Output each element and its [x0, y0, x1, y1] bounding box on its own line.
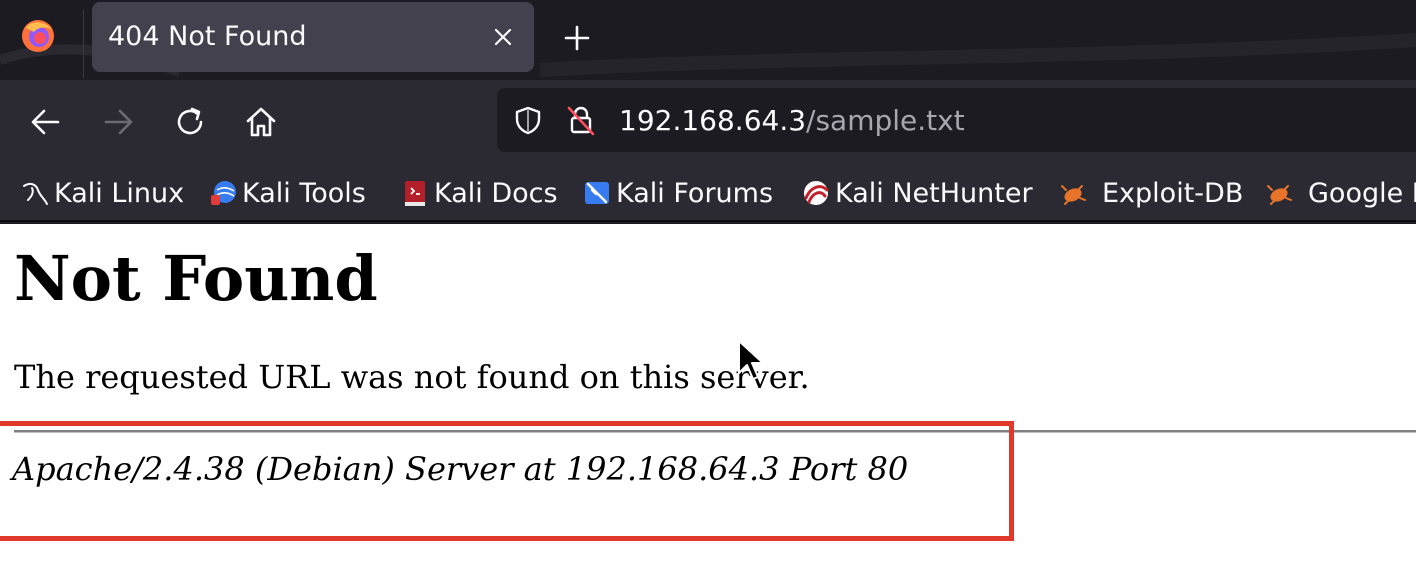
page-heading: Not Found [14, 242, 378, 315]
plus-icon[interactable] [560, 21, 594, 55]
bookmark-label: Google H [1308, 177, 1416, 209]
reload-icon[interactable] [170, 102, 210, 142]
kali-nethunter-icon [804, 181, 829, 205]
bookmark-exploit-db[interactable]: Exploit-DB [1058, 174, 1243, 212]
bookmark-kali-linux[interactable]: Kali Linux [20, 174, 184, 212]
error-message: The requested URL was not found on this … [14, 358, 810, 396]
tab-strip-separator [83, 10, 84, 78]
kali-dragon-icon [23, 182, 48, 205]
bookmark-kali-nethunter[interactable]: Kali NetHunter [801, 174, 1033, 212]
shield-icon[interactable] [512, 104, 544, 136]
kali-docs-icon [405, 181, 425, 206]
bookmark-label: Kali Forums [616, 177, 774, 209]
bookmarks-toolbar: Kali Linux Kali Tools Kali Docs Kali For… [0, 164, 1416, 222]
bookmark-google-hacking-db[interactable]: Google H [1264, 174, 1416, 212]
url-bar[interactable]: 192.168.64.3/sample.txt [497, 88, 1416, 152]
bookmark-kali-forums[interactable]: Kali Forums [582, 174, 773, 212]
kali-forums-icon [585, 182, 609, 204]
arrow-left-icon[interactable] [26, 102, 66, 142]
home-icon[interactable] [241, 102, 281, 142]
navigation-toolbar: 192.168.64.3/sample.txt [0, 80, 1416, 164]
bookmark-label: Exploit-DB [1102, 177, 1244, 209]
tab-title: 404 Not Found [108, 21, 307, 52]
arrow-right-icon[interactable] [98, 102, 138, 142]
insecure-lock-icon[interactable] [565, 104, 597, 136]
highlight-annotation-box [0, 421, 1014, 541]
bookmark-kali-tools[interactable]: Kali Tools [208, 174, 366, 212]
bookmark-kali-docs[interactable]: Kali Docs [400, 174, 558, 212]
bookmark-label: Kali Tools [242, 177, 366, 209]
firefox-logo-icon[interactable] [20, 18, 56, 54]
browser-chrome: 404 Not Found 192.168.64.3/sample.txt Ka… [0, 0, 1416, 224]
page-content: Not Found The requested URL was not foun… [0, 224, 1416, 588]
tab-active[interactable]: 404 Not Found [92, 2, 534, 72]
bookmark-label: Kali Linux [54, 177, 185, 209]
mouse-pointer-icon [738, 340, 764, 380]
tab-strip: 404 Not Found [0, 0, 1416, 80]
url-text[interactable]: 192.168.64.3/sample.txt [619, 104, 965, 137]
exploit-db-icon [1061, 185, 1086, 205]
kali-tools-icon [211, 181, 236, 205]
url-host: 192.168.64.3 [619, 104, 807, 137]
close-icon[interactable] [488, 22, 518, 52]
google-hacking-db-icon [1267, 185, 1292, 205]
bookmark-label: Kali NetHunter [835, 177, 1033, 209]
url-path: /sample.txt [806, 104, 965, 137]
bookmark-label: Kali Docs [434, 177, 558, 209]
